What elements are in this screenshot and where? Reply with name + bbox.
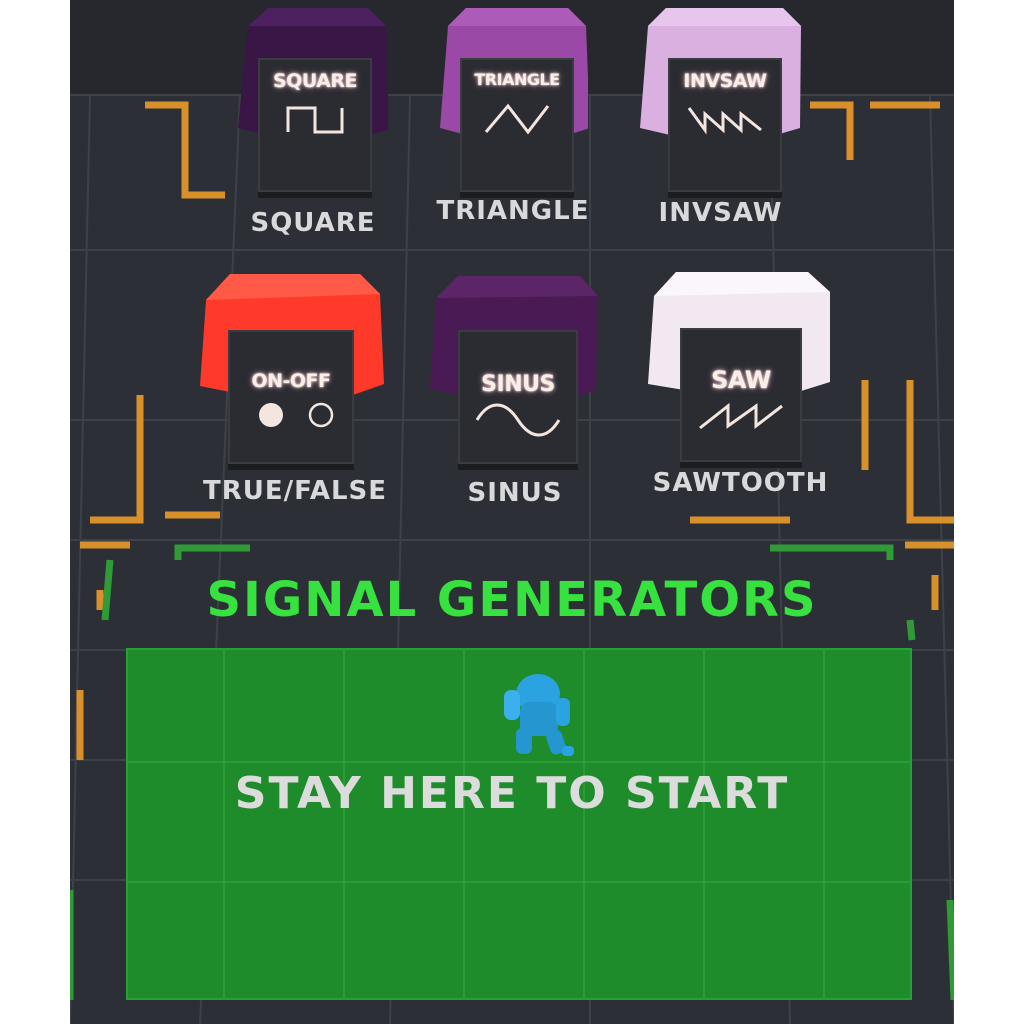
sine-wave-icon [460, 402, 576, 442]
inverse-sawtooth-wave-icon [670, 100, 780, 140]
generator-onoff[interactable]: ON-OFF TRUE/FALSE [200, 272, 390, 522]
player-robot-icon[interactable] [498, 668, 582, 768]
generator-screen-label: SINUS [481, 372, 555, 397]
generator-screen-label: SQUARE [273, 70, 358, 92]
generator-square[interactable]: SQUARE SQUARE [238, 8, 388, 248]
generator-screen-label: INVSAW [683, 70, 767, 92]
generator-caption: SQUARE [250, 208, 376, 238]
generator-triangle[interactable]: TRIANGLE TRIANGLE [437, 8, 588, 248]
generator-screen: SQUARE [258, 58, 372, 192]
generator-caption: TRIANGLE [436, 196, 590, 226]
start-instruction: STAY HERE TO START [234, 768, 790, 819]
generator-invsaw[interactable]: INVSAW INVSAW [638, 8, 803, 248]
level-title: SIGNAL GENERATORS [206, 572, 818, 628]
generator-screen: SINUS [458, 330, 578, 464]
generator-screen: ON-OFF [228, 330, 354, 464]
generator-screen-label: ON-OFF [251, 370, 331, 392]
generator-screen: INVSAW [668, 58, 782, 192]
game-scene: SQUARE SQUARE TRIANGLE TRIANGLE INVSAW I… [70, 0, 954, 1024]
sawtooth-wave-icon [682, 398, 800, 438]
generator-caption: SAWTOOTH [652, 468, 829, 498]
generator-screen-label: SAW [711, 366, 771, 394]
on-off-icon [230, 398, 352, 438]
generator-saw[interactable]: SAW SAWTOOTH [648, 272, 833, 522]
square-wave-icon [260, 100, 370, 140]
generator-screen-label: TRIANGLE [474, 70, 560, 89]
generator-screen: SAW [680, 328, 802, 462]
generator-caption: INVSAW [658, 198, 783, 228]
triangle-wave-icon [462, 100, 572, 140]
generator-screen: TRIANGLE [460, 58, 574, 192]
generator-sinus[interactable]: SINUS SINUS [430, 272, 600, 522]
